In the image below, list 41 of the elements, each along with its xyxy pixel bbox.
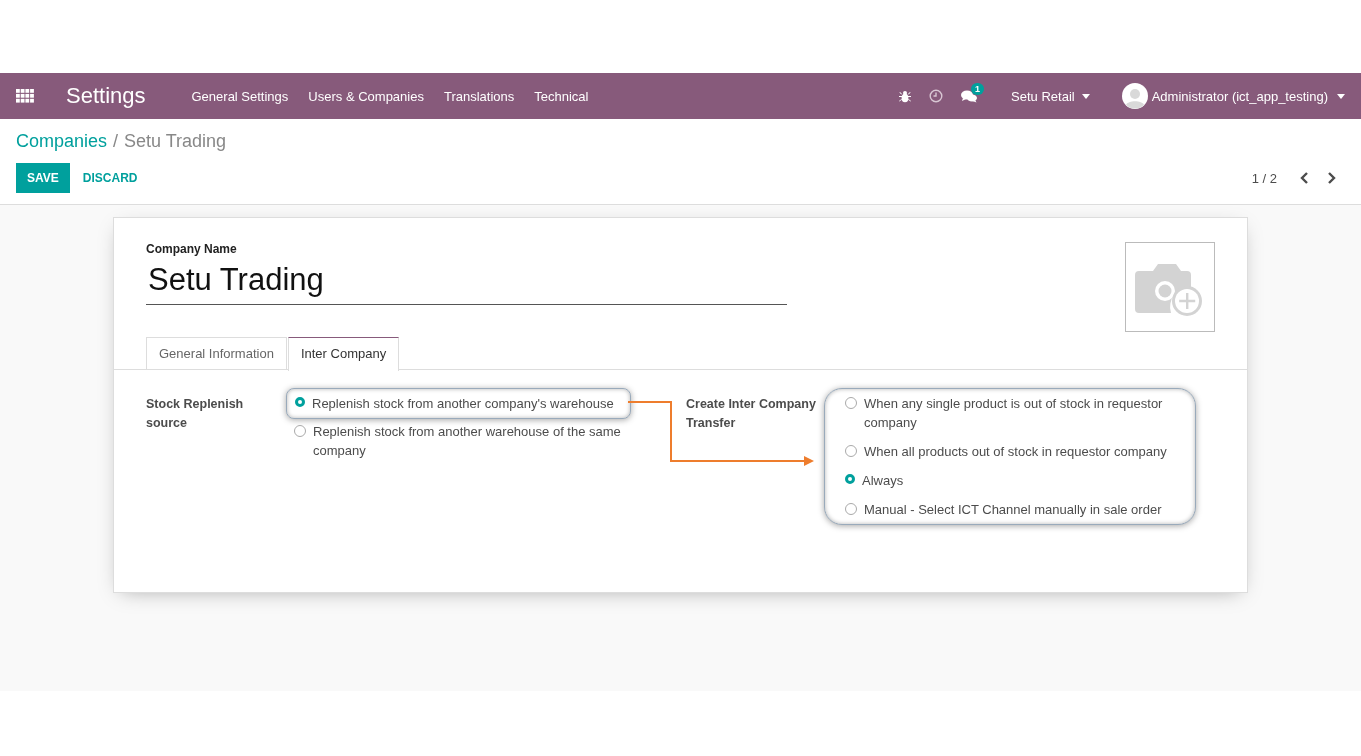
company-switcher[interactable]: Setu Retail xyxy=(1011,88,1090,104)
radio-option[interactable]: Always xyxy=(845,471,1182,500)
apps-grid-icon[interactable] xyxy=(16,89,34,103)
pager-counter: 1 / 2 xyxy=(1251,170,1277,186)
user-menu[interactable]: Administrator (ict_app_testing) xyxy=(1121,83,1345,109)
caret-icon xyxy=(1337,93,1345,99)
field-label: Stock Replenish source xyxy=(146,396,245,432)
menu-link[interactable]: Technical xyxy=(534,88,589,104)
radio-button[interactable] xyxy=(295,397,305,407)
breadcrumb-current: Setu Trading xyxy=(124,131,227,152)
caret-icon xyxy=(1081,93,1090,99)
menu-link[interactable]: Users & Companies xyxy=(308,88,424,104)
breadcrumb-separator: / xyxy=(113,131,119,152)
discard-button[interactable]: DISCARD xyxy=(69,163,151,193)
avatar-icon xyxy=(1121,83,1148,109)
menu-link[interactable]: Translations xyxy=(443,88,515,104)
radio-button[interactable] xyxy=(845,397,857,409)
next-chevron-icon[interactable] xyxy=(1327,172,1336,184)
company-name-label: Company Name xyxy=(146,242,238,256)
radio-button[interactable] xyxy=(845,503,857,515)
radio-button[interactable] xyxy=(845,445,857,457)
clock-icon[interactable] xyxy=(929,89,944,103)
radio-option[interactable]: When all products out of stock in requestor company xyxy=(845,442,1182,471)
radio-option[interactable]: Replenish stock from another warehouse of the same company xyxy=(294,422,623,470)
app-title: Settings xyxy=(66,83,146,109)
previous-chevron-icon[interactable] xyxy=(1300,172,1309,184)
radio-option[interactable]: Manual - Select ICT Channel manually in sale order xyxy=(845,500,1182,519)
save-button[interactable]: SAVE xyxy=(16,163,70,193)
company-name-field[interactable]: Setu Trading xyxy=(146,256,787,305)
bug-icon[interactable] xyxy=(899,89,912,103)
form-tab[interactable]: General Information xyxy=(146,337,287,370)
menu-link[interactable]: General Settings xyxy=(191,88,289,104)
field-label: Create Inter Company Transfer xyxy=(686,396,817,432)
radio-button[interactable] xyxy=(845,474,855,484)
radio-option[interactable]: Replenish stock from another company's warehouse xyxy=(295,394,622,413)
notification-badge: 1 xyxy=(971,82,985,95)
form-tab[interactable]: Inter Company xyxy=(287,337,400,371)
breadcrumb-link[interactable]: Companies xyxy=(16,131,108,152)
logo-upload-placeholder[interactable] xyxy=(1125,242,1215,332)
radio-option[interactable]: When any single product is out of stock in requestor company xyxy=(845,394,1182,442)
radio-button[interactable] xyxy=(294,425,306,437)
